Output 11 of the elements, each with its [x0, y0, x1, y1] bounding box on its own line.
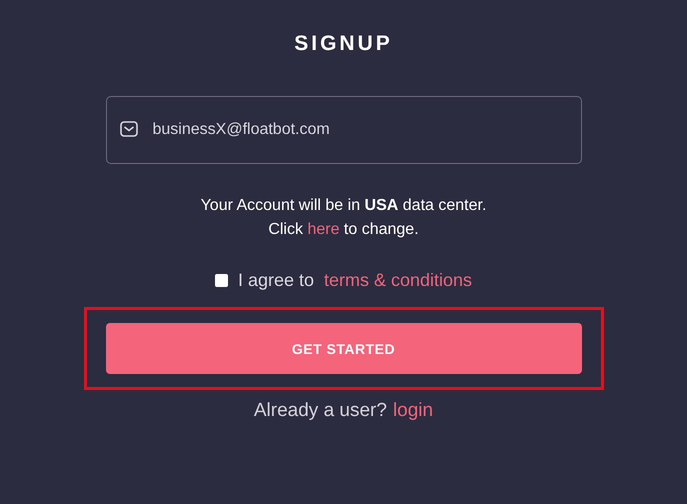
get-started-button[interactable]: GET STARTED — [106, 323, 582, 374]
data-center-note: Your Account will be in USA data center. Click here to change. — [200, 196, 486, 240]
page-title: SIGNUP — [294, 32, 393, 56]
mail-icon — [120, 121, 138, 137]
login-link[interactable]: login — [392, 400, 434, 422]
login-prompt: Already a user? — [254, 400, 387, 422]
terms-checkbox[interactable] — [214, 274, 228, 287]
email-field[interactable]: businessX@floatbot.com — [106, 96, 582, 164]
terms-label: I agree to — [238, 270, 314, 291]
change-link[interactable]: here — [307, 221, 340, 238]
terms-link[interactable]: terms & conditions — [324, 270, 472, 291]
